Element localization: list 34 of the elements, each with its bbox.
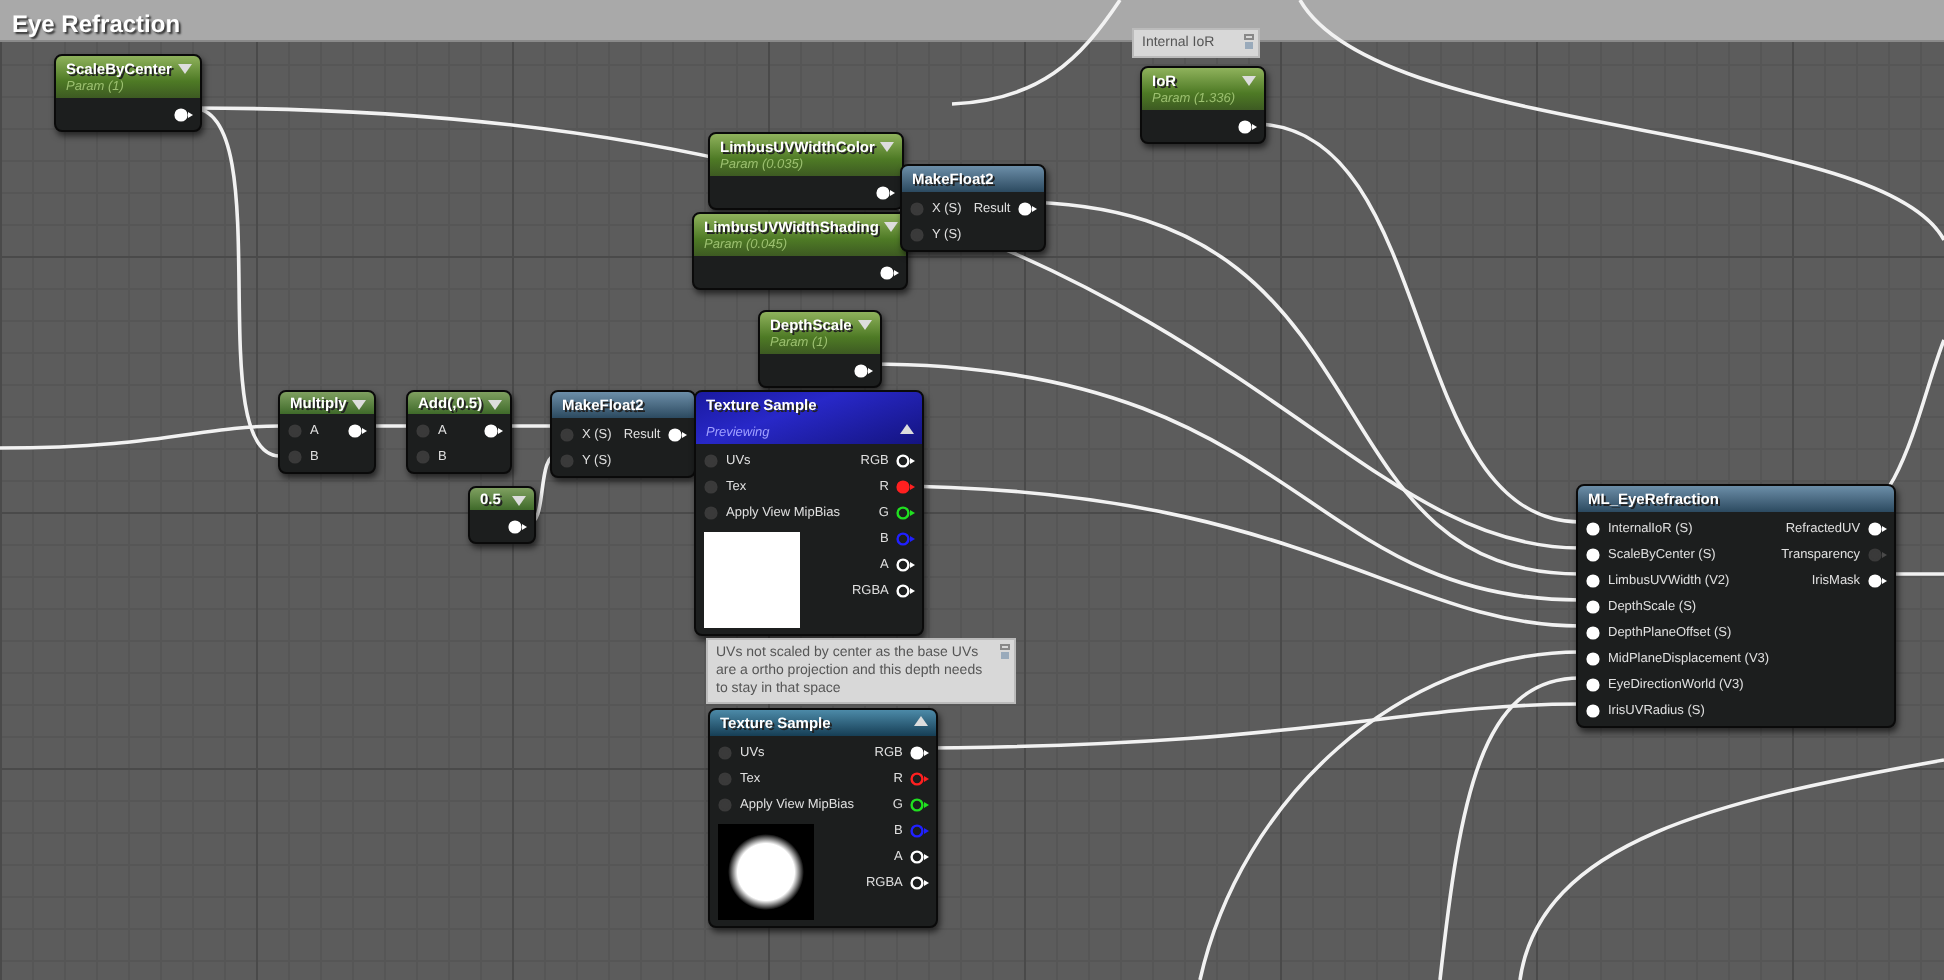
pin-icon[interactable] — [876, 185, 897, 199]
preview-image — [718, 824, 814, 920]
pin-icon[interactable] — [668, 427, 689, 441]
pin-icon[interactable] — [896, 583, 917, 597]
dropdown-icon[interactable] — [880, 142, 895, 152]
pin-icon[interactable] — [1018, 201, 1039, 215]
pin-icon[interactable] — [348, 423, 369, 437]
pin-icon[interactable] — [1868, 521, 1889, 535]
dropdown-icon[interactable] — [177, 64, 192, 74]
dropdown-icon[interactable] — [352, 400, 367, 410]
dropdown-icon[interactable] — [512, 496, 526, 506]
pin-icon[interactable] — [484, 423, 505, 437]
pin-icon[interactable] — [896, 453, 917, 467]
dropdown-icon[interactable] — [488, 400, 503, 410]
pin-icon[interactable] — [1237, 119, 1258, 133]
pin-icon[interactable] — [896, 557, 917, 571]
pin-icon[interactable] — [173, 107, 194, 121]
pin-icon[interactable] — [896, 505, 917, 519]
dropdown-icon[interactable] — [1241, 76, 1256, 86]
collapse-icon[interactable] — [900, 424, 915, 434]
preview-image — [704, 532, 800, 628]
pin-icon[interactable] — [910, 745, 931, 759]
comment-box-title: Eye Refraction — [12, 10, 181, 38]
pin-icon[interactable] — [910, 797, 931, 811]
pin-icon[interactable] — [853, 363, 874, 377]
pin-icon[interactable] — [1868, 573, 1889, 587]
pin-icon[interactable] — [508, 519, 528, 533]
dropdown-icon[interactable] — [884, 222, 899, 232]
graph-node[interactable] — [1576, 484, 1897, 728]
pin-icon[interactable] — [910, 875, 931, 889]
dropdown-icon[interactable] — [857, 320, 872, 330]
collapse-icon[interactable] — [914, 716, 929, 726]
pin-icon[interactable] — [910, 849, 931, 863]
pin-icon[interactable] — [880, 265, 901, 279]
